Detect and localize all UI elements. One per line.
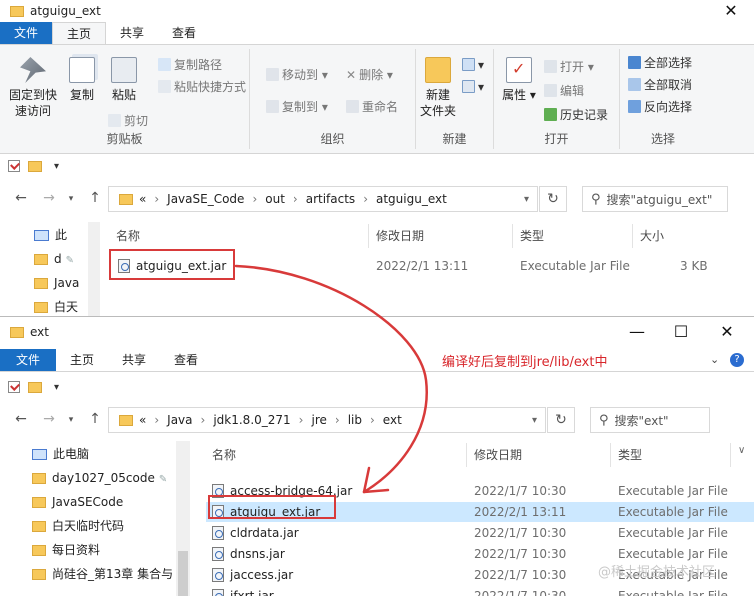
red-arrow-annotation bbox=[234, 264, 428, 494]
